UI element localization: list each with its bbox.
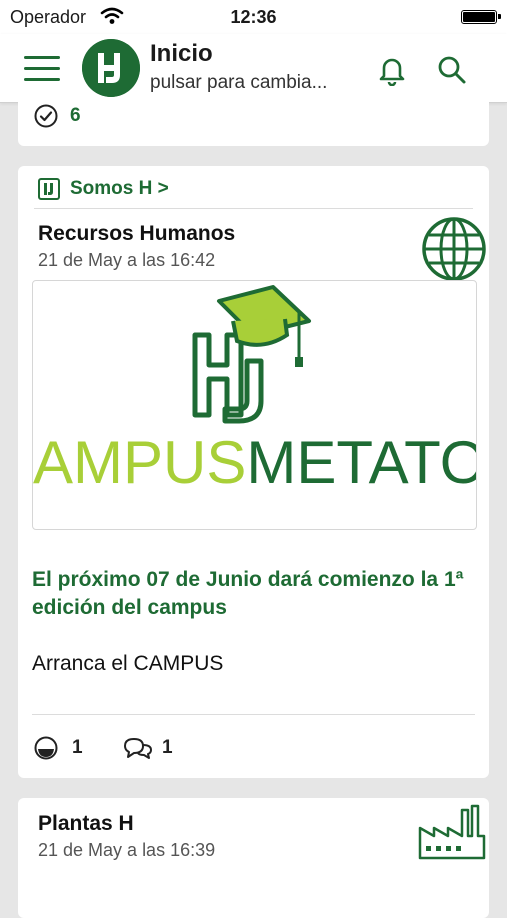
comment-button[interactable]: 1 (122, 736, 173, 760)
post-title[interactable]: El próximo 07 de Junio dará comienzo la … (32, 566, 472, 622)
campus-wordmark: AMPUSMETATO (33, 429, 477, 496)
comment-icon (124, 738, 152, 759)
page-title[interactable]: Inicio (150, 40, 213, 68)
battery-icon (461, 10, 501, 24)
divider (32, 714, 475, 715)
reaction-button[interactable]: 1 (34, 736, 83, 760)
search-icon[interactable] (436, 54, 468, 86)
menu-icon[interactable] (24, 54, 60, 82)
globe-icon (422, 217, 486, 281)
page-subtitle[interactable]: pulsar para cambia... (150, 72, 327, 94)
previous-post-card: 6 (18, 102, 489, 146)
divider (34, 208, 473, 209)
post-author[interactable]: Recursos Humanos (38, 222, 235, 246)
clock: 12:36 (230, 7, 277, 27)
app-logo[interactable] (82, 39, 140, 97)
post-date: 21 de May a las 16:42 (38, 250, 216, 270)
group-logo-icon (38, 178, 60, 200)
post-date: 21 de May a las 16:39 (38, 840, 216, 860)
smile-icon (34, 736, 58, 760)
comment-count: 1 (162, 737, 173, 758)
check-circle-icon[interactable] (34, 104, 58, 128)
check-count: 6 (70, 105, 81, 126)
bell-icon[interactable] (376, 54, 408, 86)
nav-bar: Inicio pulsar para cambia... (0, 34, 507, 103)
post-card: Somos H > Recursos Humanos 21 de May a l… (18, 166, 489, 778)
post-image[interactable]: AMPUSMETATO (32, 280, 477, 530)
factory-icon (418, 804, 486, 860)
post-card: Plantas H 21 de May a las 16:39 (18, 798, 489, 918)
reaction-count: 1 (72, 737, 83, 758)
post-body: Arranca el CAMPUS (32, 652, 224, 675)
group-link[interactable]: Somos H > (38, 176, 169, 202)
group-link-label[interactable]: Somos H > (70, 178, 169, 200)
post-author[interactable]: Plantas H (38, 812, 134, 836)
status-bar: Operador 12:36 (0, 0, 507, 34)
campus-logo (192, 285, 311, 424)
